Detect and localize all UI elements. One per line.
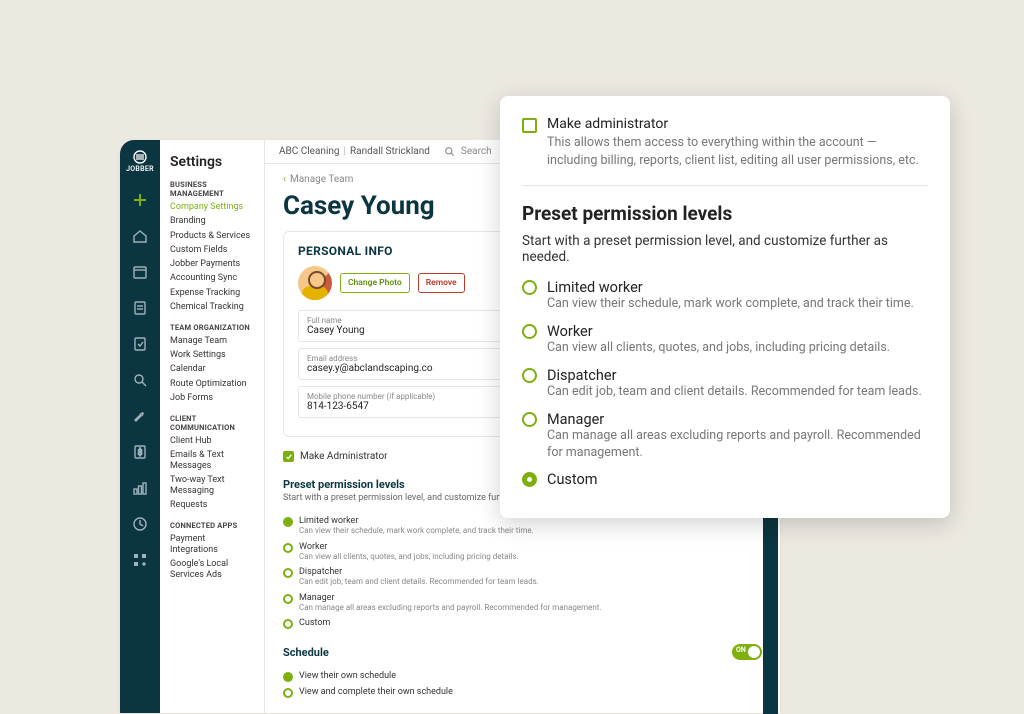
breadcrumb: ABC Cleaning|Randall Strickland bbox=[279, 146, 430, 157]
nav-rail: JOBBER $ bbox=[120, 140, 160, 713]
sidebar-group-label: TEAM ORGANIZATION bbox=[170, 323, 254, 332]
radio-icon bbox=[283, 688, 293, 698]
sidebar-group-label: CLIENT COMMUNICATION bbox=[170, 414, 254, 432]
checklist-icon[interactable] bbox=[131, 299, 149, 317]
preset-option[interactable]: WorkerCan view all clients, quotes, and … bbox=[283, 542, 762, 562]
settings-sidebar: Settings BUSINESS MANAGEMENT Company Sett… bbox=[160, 140, 265, 713]
sidebar-link[interactable]: Requests bbox=[170, 500, 254, 511]
sidebar-link[interactable]: Client Hub bbox=[170, 436, 254, 447]
sidebar-link[interactable]: Manage Team bbox=[170, 336, 254, 347]
radio-icon bbox=[522, 412, 537, 427]
invoice-icon[interactable]: $ bbox=[131, 443, 149, 461]
radio-icon bbox=[283, 672, 293, 682]
popover-subtitle: Start with a preset permission level, an… bbox=[522, 233, 928, 265]
popover-preset-option[interactable]: Limited workerCan view their schedule, m… bbox=[522, 279, 928, 313]
sidebar-link[interactable]: Chemical Tracking bbox=[170, 302, 254, 313]
sidebar-link[interactable]: Route Optimization bbox=[170, 379, 254, 390]
remove-photo-button[interactable]: Remove bbox=[418, 273, 465, 293]
schedule-radio-list: View their own schedule View and complete… bbox=[283, 666, 762, 703]
sidebar-link[interactable]: Branding bbox=[170, 216, 254, 227]
avatar bbox=[298, 266, 332, 300]
popover-preset-option[interactable]: ManagerCan manage all areas excluding re… bbox=[522, 411, 928, 462]
sidebar-link[interactable]: Google's Local Services Ads bbox=[170, 559, 254, 581]
sidebar-group-label: BUSINESS MANAGEMENT bbox=[170, 180, 254, 198]
sidebar-link[interactable]: Company Settings bbox=[170, 202, 254, 213]
schedule-option[interactable]: View their own schedule bbox=[283, 671, 762, 682]
home-icon[interactable] bbox=[131, 227, 149, 245]
popover-preset-option[interactable]: DispatcherCan edit job, team and client … bbox=[522, 367, 928, 401]
brand-logo: JOBBER bbox=[126, 150, 154, 173]
radio-icon bbox=[522, 472, 537, 487]
svg-text:$: $ bbox=[138, 448, 143, 457]
chevron-left-icon: ‹ bbox=[283, 174, 286, 185]
change-photo-button[interactable]: Change Photo bbox=[340, 273, 410, 293]
preset-option[interactable]: Limited workerCan view their schedule, m… bbox=[283, 516, 762, 536]
create-icon[interactable] bbox=[131, 191, 149, 209]
reports-icon[interactable] bbox=[131, 479, 149, 497]
preset-option[interactable]: DispatcherCan edit job, team and client … bbox=[283, 567, 762, 587]
sidebar-link[interactable]: Custom Fields bbox=[170, 245, 254, 256]
schedule-heading: Schedule bbox=[283, 646, 329, 659]
radio-icon bbox=[283, 517, 293, 527]
sidebar-link[interactable]: Accounting Sync bbox=[170, 273, 254, 284]
radio-icon bbox=[283, 543, 293, 553]
schedule-toggle[interactable]: ON bbox=[732, 644, 762, 660]
radio-icon bbox=[283, 594, 293, 604]
sidebar-link[interactable]: Payment Integrations bbox=[170, 534, 254, 556]
sidebar-link[interactable]: Two-way Text Messaging bbox=[170, 475, 254, 497]
sidebar-link[interactable]: Expense Tracking bbox=[170, 288, 254, 299]
radio-icon bbox=[283, 568, 293, 578]
sidebar-link[interactable]: Jobber Payments bbox=[170, 259, 254, 270]
preset-option[interactable]: ManagerCan manage all areas excluding re… bbox=[283, 593, 762, 613]
sidebar-link[interactable]: Job Forms bbox=[170, 393, 254, 404]
apps-icon[interactable] bbox=[131, 551, 149, 569]
radio-icon bbox=[522, 324, 537, 339]
quote-icon[interactable] bbox=[131, 335, 149, 353]
popover-heading: Preset permission levels bbox=[522, 202, 928, 225]
sidebar-link[interactable]: Products & Services bbox=[170, 231, 254, 242]
popover-make-admin[interactable]: Make administrator This allows them acce… bbox=[522, 116, 928, 169]
permissions-popover: Make administrator This allows them acce… bbox=[500, 96, 950, 518]
radio-icon bbox=[522, 280, 537, 295]
checkbox-empty-icon bbox=[522, 118, 537, 133]
settings-title: Settings bbox=[170, 154, 254, 170]
schedule-option[interactable]: View and complete their own schedule bbox=[283, 687, 762, 698]
sidebar-group-label: CONNECTED APPS bbox=[170, 521, 254, 530]
sidebar-link[interactable]: Calendar bbox=[170, 364, 254, 375]
checkbox-checked-icon bbox=[283, 451, 294, 462]
wrench-icon[interactable] bbox=[131, 407, 149, 425]
popover-preset-option[interactable]: WorkerCan view all clients, quotes, and … bbox=[522, 323, 928, 357]
sidebar-link[interactable]: Emails & Text Messages bbox=[170, 450, 254, 472]
preset-radio-list: Limited workerCan view their schedule, m… bbox=[283, 511, 762, 634]
preset-option[interactable]: Custom bbox=[283, 618, 762, 629]
search-nav-icon[interactable] bbox=[131, 371, 149, 389]
radio-icon bbox=[522, 368, 537, 383]
calendar-icon[interactable] bbox=[131, 263, 149, 281]
time-icon[interactable] bbox=[131, 515, 149, 533]
sidebar-link[interactable]: Work Settings bbox=[170, 350, 254, 361]
popover-preset-option[interactable]: Custom bbox=[522, 471, 928, 488]
radio-icon bbox=[283, 619, 293, 629]
